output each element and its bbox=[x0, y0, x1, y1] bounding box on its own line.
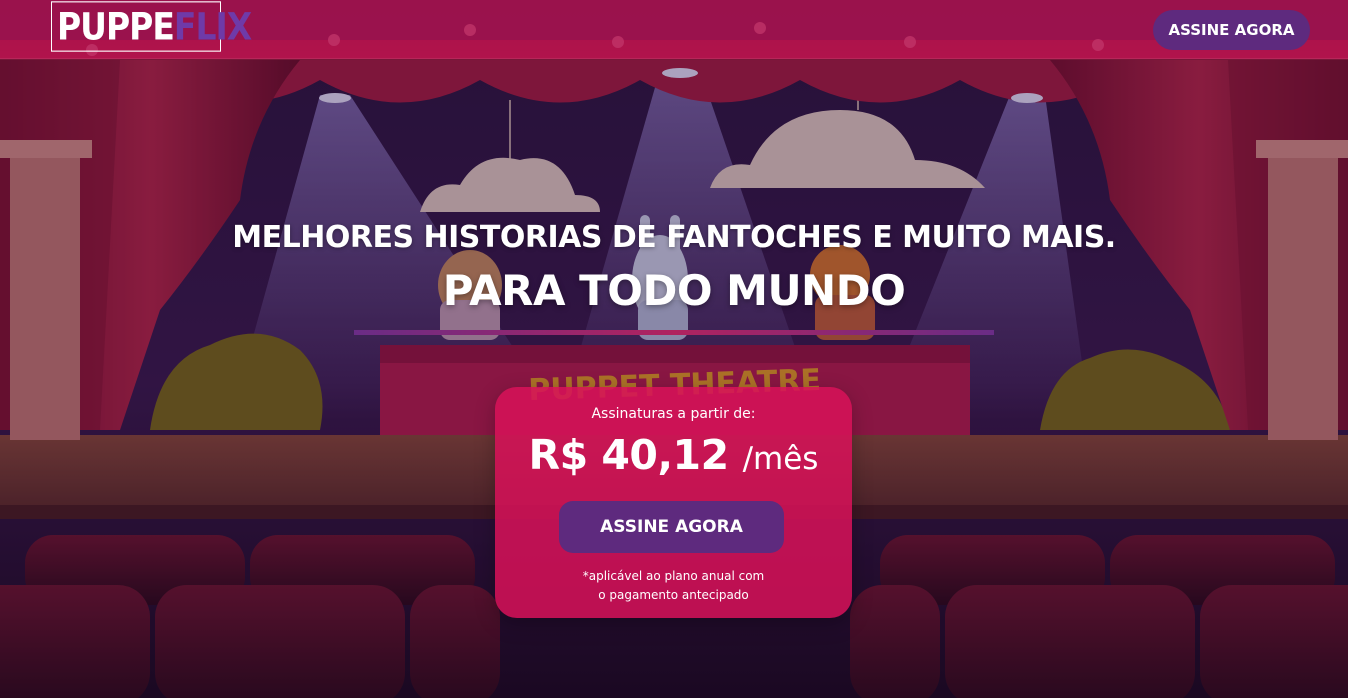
pricing-note-line-1: *aplicável ao plano anual com bbox=[582, 569, 765, 583]
price-value: R$ 40,12 bbox=[528, 431, 730, 479]
logo-text-flix: FLIX bbox=[173, 4, 252, 49]
subscribe-now-card-button[interactable]: ASSINE AGORA bbox=[559, 501, 784, 553]
top-header: PUPPE FLIX ASSINE AGORA bbox=[0, 0, 1348, 59]
hero-subhead: PARA TODO MUNDO bbox=[442, 266, 906, 315]
price-period: /mês bbox=[742, 441, 819, 477]
hero-headline: MELHORES HISTORIAS DE FANTOCHES E MUITO … bbox=[232, 220, 1116, 255]
price-row: R$ 40,12 /mês bbox=[495, 431, 852, 479]
pricing-note-line-2: o pagamento antecipado bbox=[598, 588, 749, 602]
puppeflix-logo[interactable]: PUPPE FLIX bbox=[51, 1, 252, 52]
hero-divider bbox=[354, 330, 994, 335]
pricing-note: *aplicável ao plano anual com o pagament… bbox=[495, 567, 852, 605]
pricing-intro: Assinaturas a partir de: bbox=[591, 406, 756, 422]
pricing-card: Assinaturas a partir de: R$ 40,12 /mês A… bbox=[495, 387, 852, 618]
subscribe-now-header-button[interactable]: ASSINE AGORA bbox=[1153, 10, 1310, 50]
logo-text-puppe: PUPPE bbox=[57, 4, 175, 49]
